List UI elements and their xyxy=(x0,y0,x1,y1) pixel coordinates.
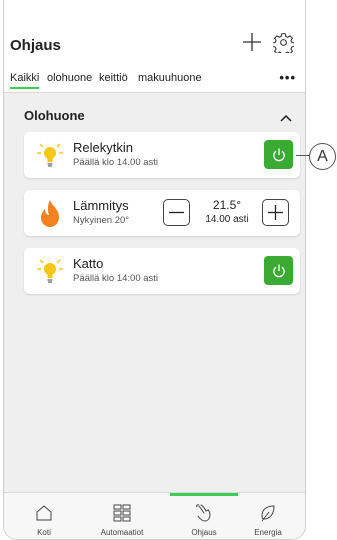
device-card-katto[interactable]: Katto Päällä klo 14:00 asti xyxy=(24,248,300,294)
power-toggle-button[interactable] xyxy=(264,140,293,169)
hand-icon xyxy=(196,504,211,522)
plus-icon xyxy=(268,205,283,220)
tab-makuuhuone[interactable]: makuuhuone xyxy=(138,72,202,84)
plus-icon xyxy=(243,33,261,51)
header-divider xyxy=(4,92,305,93)
device-status: Päällä klo 14.00 asti xyxy=(73,157,159,168)
nav-label: Ohjaus xyxy=(191,528,217,537)
collapse-section-button[interactable] xyxy=(279,110,293,122)
page-title: Ohjaus xyxy=(10,37,61,54)
nav-item-ohjaus[interactable]: Ohjaus xyxy=(170,493,238,539)
power-icon xyxy=(272,264,285,277)
callout-leader-line xyxy=(296,155,310,156)
flame-icon xyxy=(34,197,66,229)
tab-kaikki[interactable]: Kaikki xyxy=(10,72,40,89)
gear-icon xyxy=(272,33,295,57)
bulb-icon xyxy=(34,255,66,287)
device-name: Relekytkin xyxy=(73,140,133,155)
nav-item-energia[interactable]: Energia xyxy=(234,493,302,539)
temperature-setpoint: 21.5° 14.00 asti xyxy=(197,198,257,225)
add-button[interactable] xyxy=(241,31,263,53)
nav-label: Koti xyxy=(37,528,51,537)
grid-icon xyxy=(113,504,131,522)
room-tabs: Kaikki olohuone keittiö makuuhuone ••• xyxy=(10,70,300,92)
leaf-icon xyxy=(261,505,275,522)
power-toggle-button[interactable] xyxy=(264,256,293,285)
nav-label: Energia xyxy=(254,528,282,537)
increase-temperature-button[interactable] xyxy=(262,199,289,226)
power-icon xyxy=(272,148,285,161)
nav-item-koti[interactable]: Koti xyxy=(10,493,78,539)
bottom-nav: Koti Automaatiot Ohjaus Energia xyxy=(4,492,305,539)
device-status: Päällä klo 14:00 asti xyxy=(73,273,159,284)
home-icon xyxy=(36,505,52,521)
tab-keittio[interactable]: keittiö xyxy=(99,72,128,84)
bulb-icon xyxy=(34,139,66,171)
phone-screen: Ohjaus Kaikki olohuone keittiö makuuhuon… xyxy=(3,0,306,540)
header: Ohjaus Kaikki olohuone keittiö makuuhuon… xyxy=(4,0,305,92)
setpoint-value: 21.5° xyxy=(212,198,242,212)
nav-label: Automaatiot xyxy=(100,528,144,537)
setpoint-until: 14.00 asti xyxy=(205,214,249,225)
more-tabs-button[interactable]: ••• xyxy=(279,70,296,85)
chevron-up-icon xyxy=(280,114,292,122)
tab-olohuone[interactable]: olohuone xyxy=(47,72,92,84)
device-card-lammitys[interactable]: Lämmitys Nykyinen 20° 21.5° 14.00 asti xyxy=(24,190,300,236)
section-title: Olohuone xyxy=(24,108,85,123)
settings-button[interactable] xyxy=(272,32,295,57)
callout-marker: A xyxy=(309,143,336,170)
device-name: Katto xyxy=(73,256,104,271)
decrease-temperature-button[interactable] xyxy=(163,199,190,226)
device-card-relekytkin[interactable]: Relekytkin Päällä klo 14.00 asti xyxy=(24,132,300,178)
device-name: Lämmitys xyxy=(73,198,129,213)
nav-item-automaatiot[interactable]: Automaatiot xyxy=(88,493,156,539)
minus-icon xyxy=(169,211,184,214)
device-status: Nykyinen 20° xyxy=(73,215,130,226)
